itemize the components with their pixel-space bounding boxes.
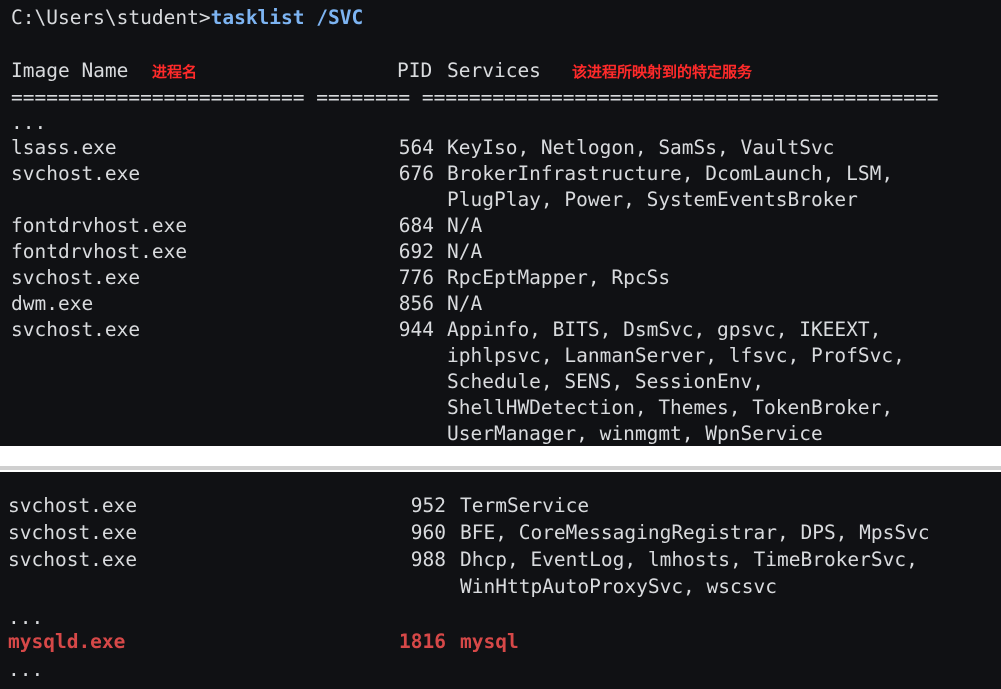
services: PlugPlay, Power, SystemEventsBroker bbox=[447, 188, 858, 211]
terminal-panel-top: C:\Users\student>tasklist /SVC Image Nam… bbox=[0, 0, 1001, 446]
ellipsis-top: ... bbox=[11, 111, 47, 134]
image-name: fontdrvhost.exe bbox=[11, 214, 188, 237]
pid: 960 bbox=[410, 521, 446, 544]
image-name: fontdrvhost.exe bbox=[11, 240, 188, 263]
pid: 944 bbox=[398, 318, 434, 341]
services: N/A bbox=[447, 214, 483, 237]
annotation-process-name: 进程名 bbox=[152, 63, 198, 81]
screenshot-divider bbox=[0, 466, 1001, 470]
command-text: tasklist /SVC bbox=[210, 6, 364, 29]
pid: 676 bbox=[398, 162, 434, 185]
ellipsis-mid: ... bbox=[8, 606, 44, 629]
services: UserManager, winmgmt, WpnService bbox=[447, 422, 823, 445]
services: N/A bbox=[447, 240, 483, 263]
image-name: svchost.exe bbox=[8, 494, 138, 517]
services: iphlpsvc, LanmanServer, lfsvc, ProfSvc, bbox=[447, 344, 905, 367]
services: KeyIso, Netlogon, SamSs, VaultSvc bbox=[447, 136, 835, 159]
highlight-services: mysql bbox=[460, 630, 519, 653]
annotation-services: 该进程所映射到的特定服务 bbox=[572, 63, 753, 81]
header-image-name: Image Name bbox=[11, 59, 129, 82]
image-name: svchost.exe bbox=[11, 318, 141, 341]
header-pid: PID bbox=[397, 59, 433, 82]
pid: 564 bbox=[398, 136, 434, 159]
image-name: svchost.exe bbox=[8, 548, 138, 571]
pid: 952 bbox=[410, 494, 446, 517]
services: WinHttpAutoProxySvc, wscsvc bbox=[460, 575, 777, 598]
terminal-panel-bottom: svchost.exe 952 TermService svchost.exe 960 B… bbox=[0, 472, 1001, 689]
pid: 684 bbox=[398, 214, 434, 237]
header-services: Services bbox=[447, 59, 541, 82]
services: RpcEptMapper, RpcSs bbox=[447, 266, 671, 289]
image-name: lsass.exe bbox=[11, 136, 117, 159]
services: TermService bbox=[460, 494, 590, 517]
services: Schedule, SENS, SessionEnv, bbox=[447, 370, 764, 393]
pid: 692 bbox=[398, 240, 434, 263]
image-name: svchost.exe bbox=[11, 162, 141, 185]
prompt: C:\Users\student> bbox=[11, 6, 211, 29]
image-name: svchost.exe bbox=[8, 521, 138, 544]
services: BrokerInfrastructure, DcomLaunch, LSM, bbox=[447, 162, 894, 185]
highlight-image-name: mysqld.exe bbox=[8, 630, 126, 653]
services: Appinfo, BITS, DsmSvc, gpsvc, IKEEXT, bbox=[447, 318, 882, 341]
services: BFE, CoreMessagingRegistrar, DPS, MpsSvc bbox=[460, 521, 930, 544]
services: Dhcp, EventLog, lmhosts, TimeBrokerSvc, bbox=[460, 548, 918, 571]
image-name: svchost.exe bbox=[11, 266, 141, 289]
command-line: C:\Users\student>tasklist /SVC bbox=[11, 5, 363, 31]
header-separator: ========================= ======== =====… bbox=[11, 86, 939, 109]
pid: 776 bbox=[398, 266, 434, 289]
pid: 988 bbox=[410, 548, 446, 571]
highlight-pid: 1816 bbox=[399, 630, 446, 653]
services: N/A bbox=[447, 292, 483, 315]
image-name: dwm.exe bbox=[11, 292, 94, 315]
services: ShellHWDetection, Themes, TokenBroker, bbox=[447, 396, 894, 419]
ellipsis-bottom: ... bbox=[8, 658, 44, 681]
pid: 856 bbox=[398, 292, 434, 315]
